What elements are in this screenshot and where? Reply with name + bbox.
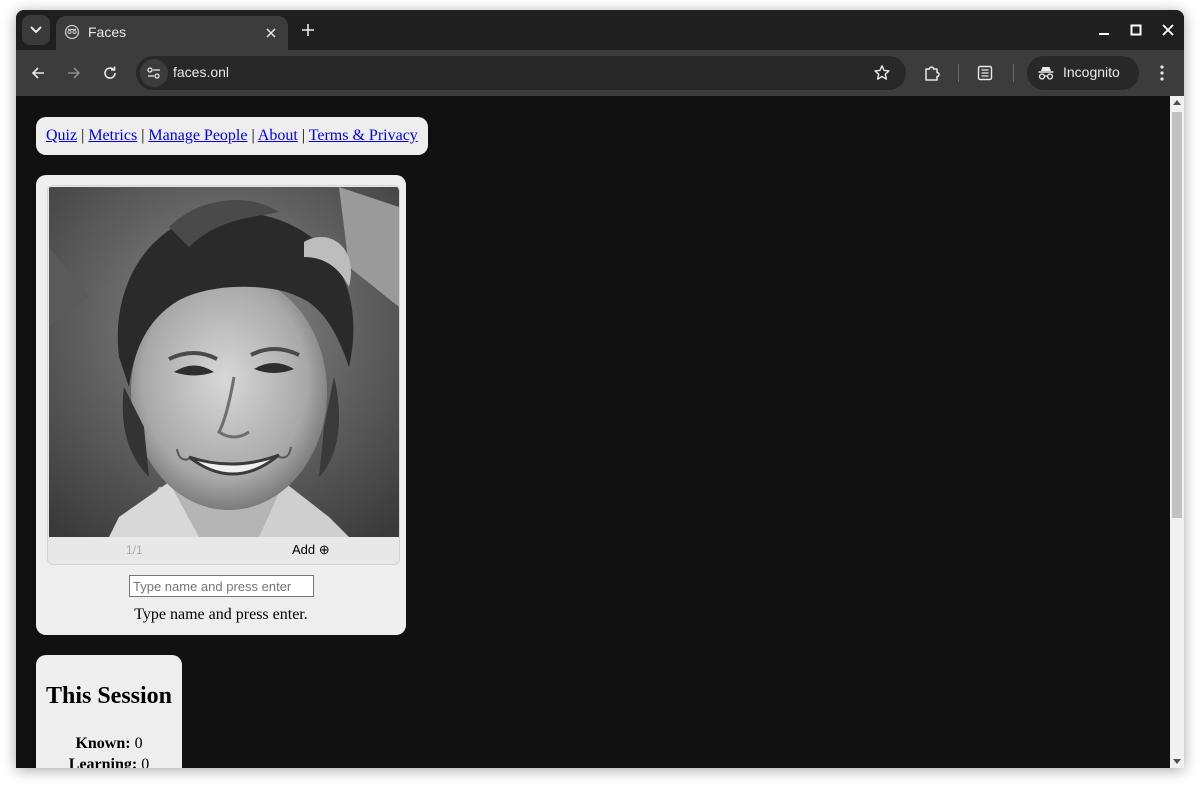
forward-button[interactable] <box>63 62 85 84</box>
toolbar-divider <box>1013 64 1014 82</box>
photo-carousel: 1/1 Add ⊕ <box>47 185 400 565</box>
close-window-icon <box>1162 24 1174 36</box>
minimize-icon <box>1099 33 1109 35</box>
photo-counter: 1/1 <box>126 543 143 557</box>
session-stats-card: This Session Known: 0 Learning: 0 <box>36 655 182 768</box>
input-hint: Type name and press enter. <box>134 606 308 623</box>
nav-link-quiz[interactable]: Quiz <box>46 127 77 144</box>
nav-link-terms-privacy[interactable]: Terms & Privacy <box>309 127 418 144</box>
tab-search-icon <box>30 26 42 34</box>
scroll-thumb[interactable] <box>1172 112 1182 518</box>
new-tab-icon <box>302 24 314 36</box>
site-info-button[interactable] <box>140 59 168 87</box>
incognito-icon <box>1037 64 1055 82</box>
face-quiz-card: 1/1 Add ⊕ Type name and press enter. <box>36 175 406 635</box>
incognito-profile-button[interactable]: Incognito <box>1027 56 1139 90</box>
nav-link-about[interactable]: About <box>258 127 298 144</box>
close-window-button[interactable] <box>1158 20 1178 40</box>
nav-separator: | <box>141 127 145 144</box>
tab-strip: Faces <box>16 10 1184 50</box>
tab-faces[interactable]: Faces <box>56 16 288 50</box>
scroll-down-arrow[interactable] <box>1173 759 1181 764</box>
reading-list-icon <box>977 65 993 81</box>
stat-learning: Learning: 0 <box>36 756 182 768</box>
nav-separator: | <box>301 127 305 144</box>
incognito-favicon-icon <box>64 24 80 40</box>
stat-known: Known: 0 <box>36 735 182 753</box>
face-photo <box>49 187 399 537</box>
page-scrollbar[interactable] <box>1170 96 1184 768</box>
more-menu-button[interactable] <box>1152 62 1172 84</box>
tab-title: Faces <box>88 24 127 40</box>
minimize-button[interactable] <box>1094 20 1114 40</box>
more-menu-icon <box>1160 65 1164 81</box>
nav-separator: | <box>251 127 255 144</box>
stat-learning-label: Learning: <box>68 756 138 768</box>
stat-known-value: 0 <box>134 735 143 752</box>
site-info-icon <box>147 67 160 79</box>
maximize-button[interactable] <box>1126 20 1146 40</box>
toolbar-divider <box>958 64 959 82</box>
stat-learning-value: 0 <box>141 756 150 768</box>
nav-link-manage-people[interactable]: Manage People <box>148 127 247 144</box>
address-bar[interactable]: faces.onl <box>136 56 906 90</box>
browser-toolbar: faces.onl Incognito <box>16 50 1184 96</box>
incognito-label: Incognito <box>1063 64 1120 80</box>
bookmark-button[interactable] <box>872 63 892 83</box>
new-tab-button[interactable] <box>298 20 318 40</box>
page-viewport: Quiz | Metrics | Manage People | About |… <box>16 96 1170 768</box>
site-nav: Quiz | Metrics | Manage People | About |… <box>36 117 428 155</box>
name-input[interactable] <box>129 575 314 597</box>
close-tab-button[interactable] <box>262 24 280 42</box>
add-photo-button[interactable]: Add ⊕ <box>292 542 330 558</box>
bookmark-star-icon <box>874 65 890 80</box>
back-button[interactable] <box>27 62 49 84</box>
reload-icon <box>104 66 116 79</box>
nav-link-metrics[interactable]: Metrics <box>88 127 137 144</box>
forward-icon <box>68 67 81 79</box>
session-title: This Session <box>45 683 173 709</box>
extensions-icon <box>925 66 940 81</box>
reading-list-button[interactable] <box>974 62 996 84</box>
tab-search-button[interactable] <box>22 15 50 45</box>
close-tab-icon <box>266 28 276 38</box>
maximize-icon <box>1130 24 1142 36</box>
url-text: faces.onl <box>173 64 230 80</box>
reload-button[interactable] <box>99 62 121 84</box>
extensions-button[interactable] <box>921 62 943 84</box>
stat-known-label: Known: <box>75 735 131 752</box>
scroll-up-arrow[interactable] <box>1173 100 1181 105</box>
back-icon <box>31 67 44 79</box>
nav-separator: | <box>81 127 85 144</box>
browser-window: Faces faces.onl Incognito Quiz | Metrics… <box>16 10 1184 768</box>
